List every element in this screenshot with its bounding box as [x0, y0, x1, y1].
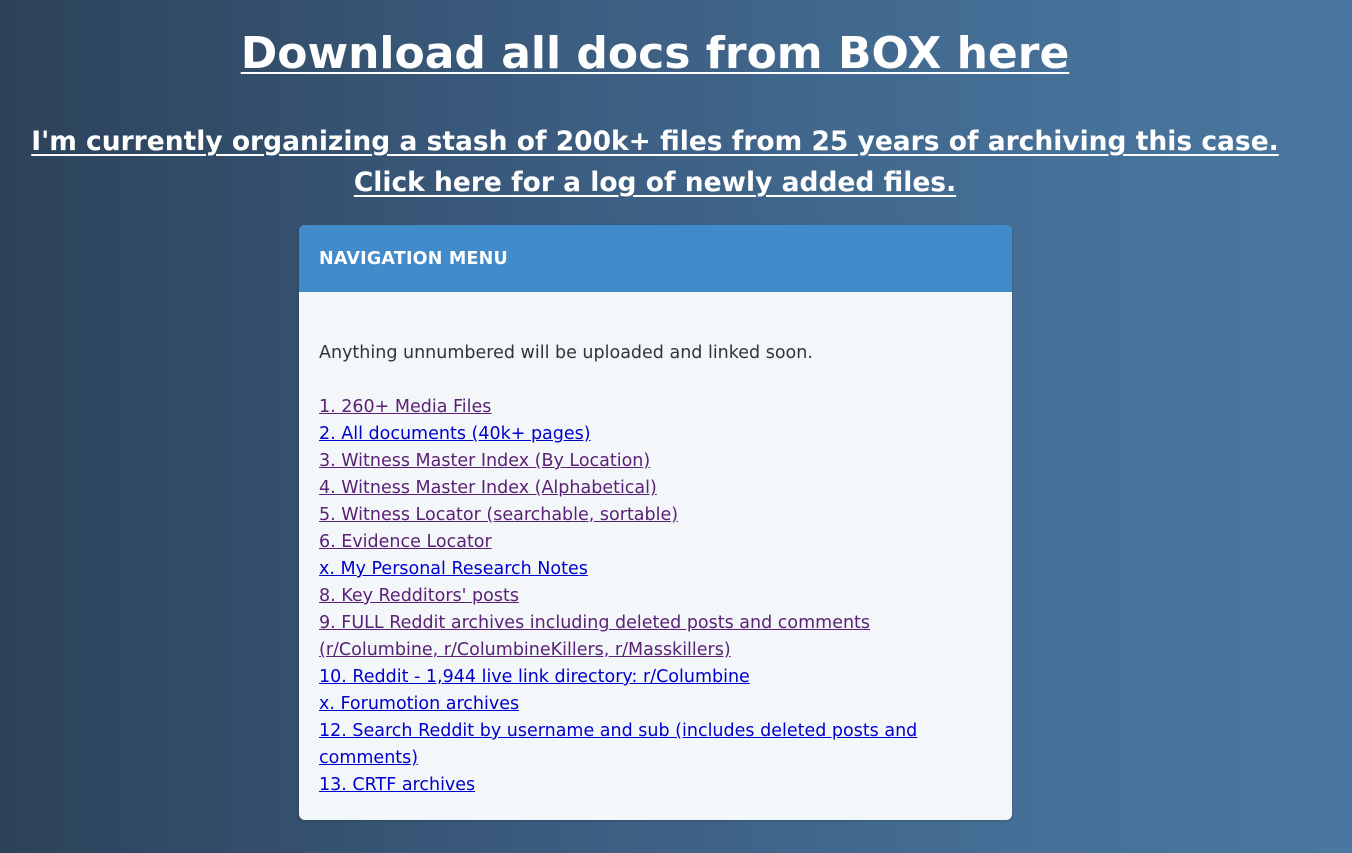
- nav-list-item: 1. 260+ Media Files: [319, 394, 992, 421]
- nav-list-item: 12. Search Reddit by username and sub (i…: [319, 718, 992, 772]
- nav-list-item: 10. Reddit - 1,944 live link directory: …: [319, 664, 992, 691]
- new-files-log-link[interactable]: Click here for a log of newly added file…: [354, 167, 956, 198]
- nav-link[interactable]: 4. Witness Master Index (Alphabetical): [319, 478, 657, 498]
- nav-link[interactable]: 10. Reddit - 1,944 live link directory: …: [319, 667, 750, 687]
- nav-list-item: 13. CRTF archives: [319, 772, 992, 799]
- nav-list-item: 4. Witness Master Index (Alphabetical): [319, 475, 992, 502]
- nav-link[interactable]: x. My Personal Research Notes: [319, 559, 588, 579]
- nav-link[interactable]: 5. Witness Locator (searchable, sortable…: [319, 505, 678, 525]
- nav-list-item: 5. Witness Locator (searchable, sortable…: [319, 502, 992, 529]
- nav-list-item: 2. All documents (40k+ pages): [319, 421, 992, 448]
- nav-link[interactable]: 9. FULL Reddit archives including delete…: [319, 613, 870, 660]
- nav-list-item: 8. Key Redditors' posts: [319, 583, 992, 610]
- nav-link[interactable]: 2. All documents (40k+ pages): [319, 424, 591, 444]
- nav-list-item: 9. FULL Reddit archives including delete…: [319, 610, 992, 664]
- navigation-panel-header: NAVIGATION MENU: [299, 225, 1012, 292]
- navigation-panel: NAVIGATION MENU Anything unnumbered will…: [299, 225, 1012, 820]
- page-title: Download all docs from BOX here: [0, 28, 1310, 79]
- nav-link[interactable]: 8. Key Redditors' posts: [319, 586, 519, 606]
- subheading: I'm currently organizing a stash of 200k…: [0, 121, 1310, 203]
- upload-note: Anything unnumbered will be uploaded and…: [319, 343, 813, 363]
- nav-list-item: x. My Personal Research Notes: [319, 556, 992, 583]
- navigation-panel-title: NAVIGATION MENU: [319, 248, 508, 269]
- download-box-link[interactable]: Download all docs from BOX here: [241, 28, 1070, 79]
- nav-link[interactable]: x. Forumotion archives: [319, 694, 519, 714]
- navigation-panel-body: Anything unnumbered will be uploaded and…: [299, 292, 1012, 819]
- nav-list-item: x. Forumotion archives: [319, 691, 992, 718]
- nav-list-item: 6. Evidence Locator: [319, 529, 992, 556]
- nav-link[interactable]: 1. 260+ Media Files: [319, 397, 491, 417]
- nav-link[interactable]: 12. Search Reddit by username and sub (i…: [319, 721, 917, 768]
- nav-link[interactable]: 3. Witness Master Index (By Location): [319, 451, 650, 471]
- nav-link[interactable]: 6. Evidence Locator: [319, 532, 492, 552]
- nav-list-item: 3. Witness Master Index (By Location): [319, 448, 992, 475]
- nav-link[interactable]: 13. CRTF archives: [319, 775, 475, 795]
- archive-status-link[interactable]: I'm currently organizing a stash of 200k…: [31, 126, 1279, 157]
- navigation-list: 1. 260+ Media Files 2. All documents (40k…: [319, 394, 992, 799]
